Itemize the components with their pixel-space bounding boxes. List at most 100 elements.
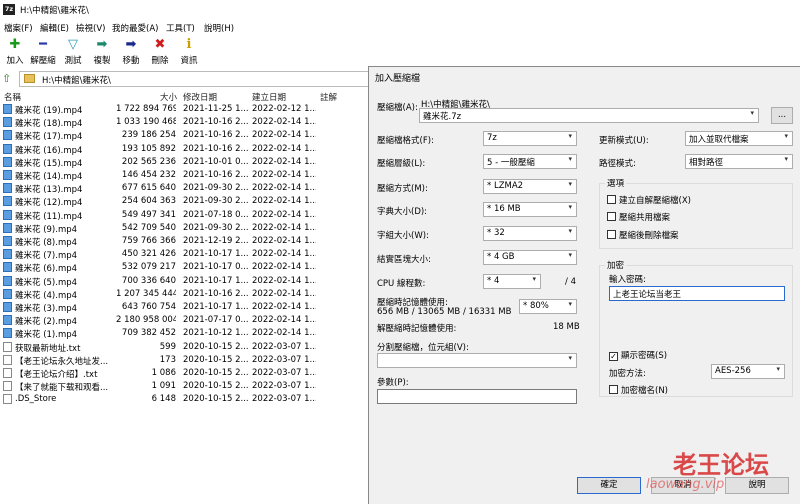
file-created: 2022-03-07 1...: [252, 394, 316, 405]
up-folder-icon[interactable]: ⇧: [2, 72, 11, 85]
file-modified: 2020-10-15 2...: [183, 341, 248, 352]
delete-after-checkbox[interactable]: 壓縮後刪除檔案: [607, 229, 679, 241]
file-name: 雞米花 (2).mp4: [15, 317, 78, 328]
menu-file[interactable]: 檔案(F): [4, 22, 33, 34]
word-size-combo[interactable]: * 32 ▾: [483, 226, 577, 241]
split-combo[interactable]: ▾: [377, 353, 577, 368]
update-mode-combo[interactable]: 加入並取代檔案 ▾: [685, 131, 793, 146]
file-row[interactable]: 雞米花 (14).mp4 146 454 232 2021-10-16 2... 20…: [0, 170, 368, 183]
method-combo[interactable]: * LZMA2 ▾: [483, 179, 577, 194]
file-row[interactable]: 【老王论坛介绍】.txt 1 086 2020-10-15 2... 2022-03-…: [0, 368, 368, 381]
move-button[interactable]: ➡ 移動: [116, 36, 146, 68]
file-row[interactable]: .DS_Store 6 148 2020-10-15 2... 2022-03-07 …: [0, 394, 368, 407]
file-row[interactable]: 雞米花 (4).mp4 1 207 345 444 2021-10-16 2... 2…: [0, 288, 368, 302]
file-row[interactable]: 雞米花 (13).mp4 677 615 640 2021-09-30 2... 20…: [0, 183, 368, 196]
file-row[interactable]: 雞米花 (7).mp4 450 321 426 2021-10-17 1... 202…: [0, 249, 368, 262]
chevron-down-icon: ▾: [568, 251, 572, 259]
menu-view[interactable]: 檢視(V): [76, 22, 105, 34]
password-label: 輸入密碼:: [609, 275, 646, 285]
encrypt-names-checkbox[interactable]: 加密檔名(N): [609, 384, 668, 396]
file-row[interactable]: 【老王论坛永久地址发... 173 2020-10-15 2... 2022-03-0…: [0, 354, 368, 368]
file-size: 542 709 540: [121, 222, 176, 233]
text-file-icon: [3, 381, 12, 392]
menu-edit[interactable]: 編輯(E): [40, 22, 69, 34]
file-modified: 2021-07-17 0...: [183, 315, 248, 326]
encryption-method-combo[interactable]: AES-256 ▾: [711, 364, 785, 379]
cpu-threads-combo[interactable]: * 4 ▾: [483, 274, 541, 289]
column-header-created[interactable]: 建立日期: [252, 91, 286, 103]
file-created: 2022-02-14 1...: [252, 196, 316, 207]
file-row[interactable]: 雞米花 (19).mp4 1 722 894 769 2021-11-25 1...…: [0, 104, 368, 117]
file-modified: 2021-10-16 2...: [183, 288, 248, 299]
column-header-size[interactable]: 大小: [160, 91, 177, 103]
file-row[interactable]: 雞米花 (17).mp4 239 186 254 2021-10-16 2... 20…: [0, 130, 368, 143]
ok-button[interactable]: 確定: [577, 477, 641, 494]
delete-button[interactable]: ✖ 刪除: [145, 36, 175, 68]
chevron-down-icon: ▾: [532, 275, 536, 283]
file-row[interactable]: 雞米花 (11).mp4 549 497 341 2021-07-18 0... 20…: [0, 209, 368, 223]
encryption-title: 加密: [605, 259, 627, 271]
file-name: 雞米花 (4).mp4: [15, 290, 78, 301]
extract-button[interactable]: ━ 解壓縮: [26, 36, 60, 68]
file-row[interactable]: 雞米花 (3).mp4 643 760 754 2021-10-17 1... 202…: [0, 302, 368, 315]
text-file-icon: [3, 354, 12, 365]
file-row[interactable]: 雞米花 (16).mp4 193 105 892 2021-10-16 2... 20…: [0, 143, 368, 157]
file-size: 532 079 217: [121, 262, 176, 273]
file-row[interactable]: 雞米花 (18).mp4 1 033 190 468 2021-10-16 2...…: [0, 117, 368, 130]
format-combo[interactable]: 7z ▾: [483, 131, 577, 146]
level-combo[interactable]: 5 - 一般壓縮 ▾: [483, 154, 577, 169]
add-to-archive-dialog: 加入壓縮檔 壓縮檔(A): H:\中精館\雞米花\ 雞米花.7z ▾ ... 壓縮…: [368, 66, 800, 504]
file-row[interactable]: 雞米花 (15).mp4 202 565 236 2021-10-01 0... 20…: [0, 156, 368, 170]
chevron-down-icon: ▾: [568, 354, 572, 362]
copy-button[interactable]: ➡ 複製: [87, 36, 117, 68]
test-button[interactable]: ▽ 測試: [58, 36, 88, 68]
password-input[interactable]: 上老王论坛当老王: [609, 286, 785, 301]
create-sfx-checkbox[interactable]: 建立自解壓縮檔(X): [607, 194, 691, 206]
file-created: 2022-02-14 1...: [252, 143, 316, 154]
file-name: 雞米花 (14).mp4: [15, 172, 83, 182]
check-icon: ▽: [68, 37, 78, 52]
file-row[interactable]: 雞米花 (8).mp4 759 766 366 2021-12-19 2... 202…: [0, 236, 368, 249]
file-row[interactable]: 【来了就能下载和观看... 1 091 2020-10-15 2... 2022-03…: [0, 381, 368, 394]
file-row[interactable]: 获取最新地址.txt 599 2020-10-15 2... 2022-03-07 1…: [0, 341, 368, 355]
file-modified: 2021-10-17 1...: [183, 302, 248, 312]
dictionary-combo[interactable]: * 16 MB ▾: [483, 202, 577, 217]
path-mode-combo[interactable]: 相對路徑 ▾: [685, 154, 793, 169]
file-created: 2022-02-14 1...: [252, 117, 316, 128]
window-title: H:\中精館\雞米花\: [20, 6, 89, 16]
split-label: 分割壓縮檔，位元組(V):: [377, 343, 469, 353]
column-header-modified[interactable]: 修改日期: [183, 91, 217, 103]
word-size-label: 字組大小(W):: [377, 231, 429, 241]
file-row[interactable]: 雞米花 (9).mp4 542 709 540 2021-09-30 2... 202…: [0, 222, 368, 236]
file-created: 2022-02-14 1...: [252, 249, 316, 260]
level-label: 壓縮層級(L):: [377, 159, 426, 169]
file-name: 雞米花 (11).mp4: [15, 211, 83, 222]
file-modified: 2021-07-18 0...: [183, 209, 248, 220]
file-row[interactable]: 雞米花 (6).mp4 532 079 217 2021-10-17 0... 202…: [0, 262, 368, 275]
column-header-comment[interactable]: 註解: [320, 91, 337, 103]
file-row[interactable]: 雞米花 (5).mp4 700 336 640 2021-10-17 1... 202…: [0, 275, 368, 289]
address-input[interactable]: H:\中精館\雞米花\: [19, 71, 369, 87]
solid-block-combo[interactable]: * 4 GB ▾: [483, 250, 577, 265]
file-list: 名稱 大小 修改日期 建立日期 註解 雞米花 (19).mp4 1 722 894…: [0, 90, 368, 504]
file-row[interactable]: 雞米花 (12).mp4 254 604 363 2021-09-30 2... 20…: [0, 196, 368, 209]
file-created: 2022-02-14 1...: [252, 183, 316, 194]
parameters-input[interactable]: [377, 389, 577, 404]
info-icon: i: [186, 37, 192, 52]
menu-help[interactable]: 說明(H): [204, 22, 234, 34]
file-modified: 2021-12-19 2...: [183, 236, 248, 246]
menu-tools[interactable]: 工具(T): [166, 22, 195, 34]
file-created: 2022-02-14 1...: [252, 170, 316, 180]
file-created: 2022-03-07 1...: [252, 368, 316, 378]
column-header-name[interactable]: 名稱: [4, 91, 21, 103]
browse-button[interactable]: ...: [771, 107, 793, 124]
compress-shared-checkbox[interactable]: 壓縮共用檔案: [607, 211, 670, 223]
show-password-checkbox[interactable]: ✓ 顯示密碼(S): [609, 349, 667, 361]
file-row[interactable]: 雞米花 (2).mp4 2 180 958 004 2021-07-17 0... 2…: [0, 315, 368, 328]
video-file-icon: [3, 236, 12, 246]
info-button[interactable]: i 資訊: [174, 36, 204, 68]
file-row[interactable]: 雞米花 (1).mp4 709 382 452 2021-10-12 1... 202…: [0, 328, 368, 341]
menu-favorites[interactable]: 我的最愛(A): [112, 22, 158, 34]
archive-name-combo[interactable]: 雞米花.7z ▾: [419, 108, 759, 123]
memory-percent-combo[interactable]: * 80% ▾: [519, 299, 577, 314]
